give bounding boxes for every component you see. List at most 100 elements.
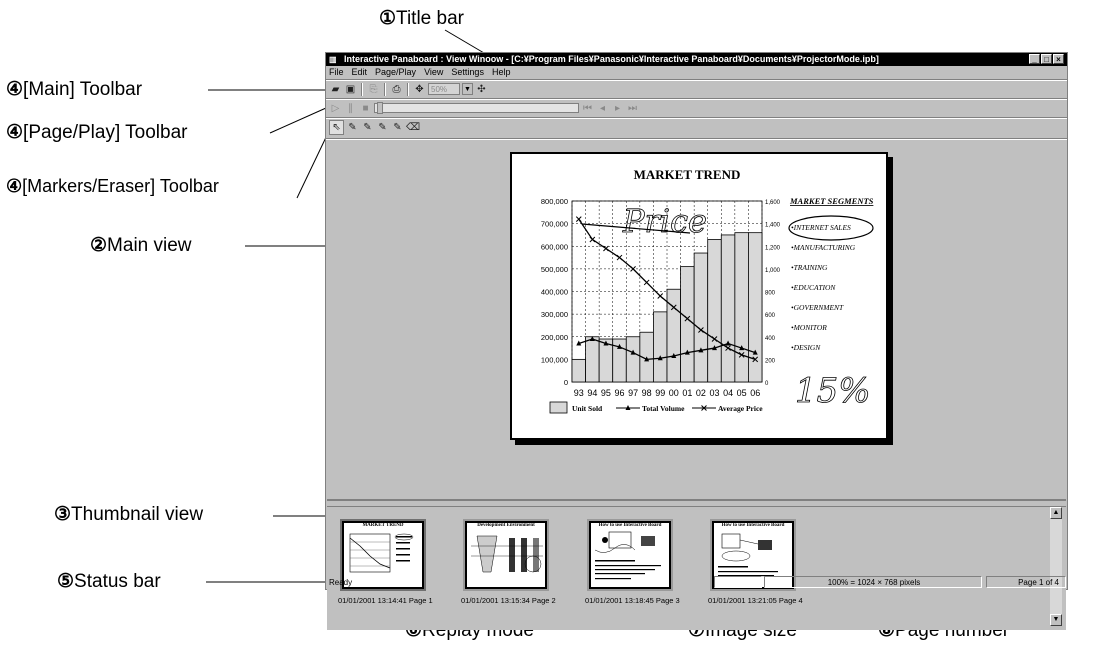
status-bar: Ready 100% = 1024 × 768 pixels Page 1 of…: [326, 576, 1067, 589]
scroll-up-icon[interactable]: ▲: [1050, 507, 1062, 519]
prev-page-icon[interactable]: ◂: [596, 102, 609, 115]
pause-icon[interactable]: ∥: [344, 102, 357, 115]
title-bar[interactable]: ▥ Interactive Panaboard : View Winoow - […: [326, 53, 1067, 66]
window-title: Interactive Panaboard : View Winoow - [C…: [344, 54, 879, 64]
scroll-down-icon[interactable]: ▼: [1050, 614, 1062, 626]
app-window: ▥ Interactive Panaboard : View Winoow - […: [325, 52, 1068, 630]
legend-swatch-unit-sold: [549, 401, 568, 414]
print-icon[interactable]: ⎙: [390, 83, 403, 96]
left-tick-label: 300,000: [541, 310, 568, 319]
minimize-button[interactable]: _: [1029, 54, 1040, 64]
thumbnail-caption: 01/01/2001 13:14:41 Page 1: [338, 596, 433, 605]
maximize-button[interactable]: □: [1041, 54, 1052, 64]
stop-icon[interactable]: ■: [359, 102, 372, 115]
year-tick-label: 05: [737, 388, 747, 398]
left-tick-label: 200,000: [541, 333, 568, 342]
app-icon: ▥: [329, 55, 337, 64]
menu-view[interactable]: View: [421, 66, 448, 78]
handwriting-price: Price: [622, 202, 707, 240]
bar-unit-sold: [693, 252, 709, 383]
right-tick-label: 1,000: [765, 268, 781, 274]
board-page[interactable]: MARKET TREND 800,000 700,000 600,000 500,00…: [510, 152, 888, 440]
last-page-icon[interactable]: ⏭: [626, 102, 639, 115]
segment-item: •TRAINING: [791, 263, 828, 272]
first-page-icon[interactable]: ⏮: [581, 102, 594, 115]
status-image-size: 100% = 1024 × 768 pixels: [764, 576, 982, 588]
thumbnail-scrollbar[interactable]: ▲ ▼: [1050, 507, 1062, 626]
point-average-price: [643, 279, 650, 286]
segment-item: •EDUCATION: [791, 283, 836, 292]
left-tick-label: 800,000: [541, 197, 568, 206]
year-tick-label: 98: [642, 388, 652, 398]
callout-main-view: ②Main view: [90, 235, 192, 256]
save-icon[interactable]: ▣: [344, 83, 357, 96]
chart-legend: Unit Sold Total Volume Average Price: [549, 401, 763, 414]
marker-blue-icon[interactable]: ✎: [376, 121, 389, 134]
legend-label: Unit Sold: [572, 404, 603, 413]
fit-view-icon[interactable]: ✥: [413, 83, 426, 96]
eraser-icon[interactable]: ⌫: [406, 121, 420, 134]
year-tick-label: 04: [723, 388, 733, 398]
marker-green-icon[interactable]: ✎: [391, 121, 404, 134]
open-icon[interactable]: ▰: [329, 83, 342, 96]
menu-settings[interactable]: Settings: [448, 66, 489, 78]
right-tick-label: 1,400: [765, 223, 781, 229]
chart-bars: [571, 232, 763, 383]
pointer-icon[interactable]: ⇖: [329, 119, 344, 135]
menu-help[interactable]: Help: [489, 66, 516, 78]
point-average-price: [603, 245, 609, 252]
year-tick-label: 01: [682, 388, 692, 398]
handwriting-percent: 15%: [795, 371, 871, 411]
segment-item: •MANUFACTURING: [791, 243, 856, 252]
segment-item: •MONITOR: [791, 323, 827, 332]
main-toolbar: ▰ ▣ ⎘ ⎙ ✥ 50% ▼ ✣: [326, 81, 488, 97]
play-icon[interactable]: ▷: [329, 102, 342, 115]
leader-title-bar: [444, 29, 485, 54]
right-tick-label: 200: [765, 358, 776, 364]
menu-edit[interactable]: Edit: [349, 66, 373, 78]
left-tick-label: 600,000: [541, 242, 568, 251]
chart-title: MARKET TREND: [634, 167, 741, 182]
bar-unit-sold: [680, 266, 695, 383]
market-trend-chart: MARKET TREND 800,000 700,000 600,000 500,00…: [541, 167, 874, 414]
segment-item: •GOVERNMENT: [791, 303, 844, 312]
left-tick-label: 400,000: [541, 288, 568, 297]
callout-title-bar: ①Title bar: [379, 8, 464, 29]
replay-slider[interactable]: [374, 102, 579, 114]
point-average-price: [657, 293, 664, 299]
segments-title: MARKET SEGMENTS: [789, 196, 874, 206]
slider-thumb[interactable]: [377, 102, 383, 114]
close-button[interactable]: ×: [1053, 54, 1064, 64]
zoom-select[interactable]: 50%: [428, 83, 460, 95]
menu-page-play[interactable]: Page/Play: [372, 66, 421, 78]
copy-icon[interactable]: ⎘: [367, 83, 380, 96]
callout-thumbnail-view: ③Thumbnail view: [54, 504, 204, 525]
point-average-price: [616, 254, 623, 261]
pan-icon[interactable]: ✣: [475, 83, 488, 96]
callout-markers-toolbar: ④[Markers/Eraser] Toolbar: [6, 176, 219, 196]
callout-status-bar: ⑤Status bar: [57, 571, 161, 592]
menu-file[interactable]: File: [326, 66, 349, 78]
bar-unit-sold: [707, 239, 722, 383]
marker-black-icon[interactable]: ✎: [346, 121, 359, 134]
status-page-number: Page 1 of 4: [986, 576, 1066, 588]
point-average-price: [630, 266, 636, 272]
bar-unit-sold: [585, 336, 600, 383]
thumbnail-caption: 01/01/2001 13:15:34 Page 2: [461, 596, 556, 605]
bar-unit-sold: [571, 358, 586, 383]
right-tick-label: 1,600: [765, 200, 781, 206]
left-tick-label: 0: [564, 378, 568, 387]
year-tick-label: 96: [614, 388, 624, 398]
next-page-icon[interactable]: ▸: [611, 102, 624, 115]
left-tick-label: 100,000: [541, 355, 568, 364]
year-tick-label: 03: [709, 388, 719, 398]
year-tick-label: 94: [587, 388, 597, 398]
page-play-toolbar: ▷ ∥ ■ ⏮ ◂ ▸ ⏭: [326, 100, 639, 116]
point-average-price: [575, 216, 582, 222]
legend-label: Average Price: [718, 404, 763, 413]
chevron-down-icon[interactable]: ▼: [462, 83, 473, 95]
markers-eraser-toolbar: ⇖ ✎ ✎ ✎ ✎ ⌫: [326, 119, 420, 135]
main-view[interactable]: MARKET TREND 800,000 700,000 600,000 500,00…: [327, 141, 1066, 501]
marker-red-icon[interactable]: ✎: [361, 121, 374, 134]
status-replay-mode: [714, 576, 762, 588]
